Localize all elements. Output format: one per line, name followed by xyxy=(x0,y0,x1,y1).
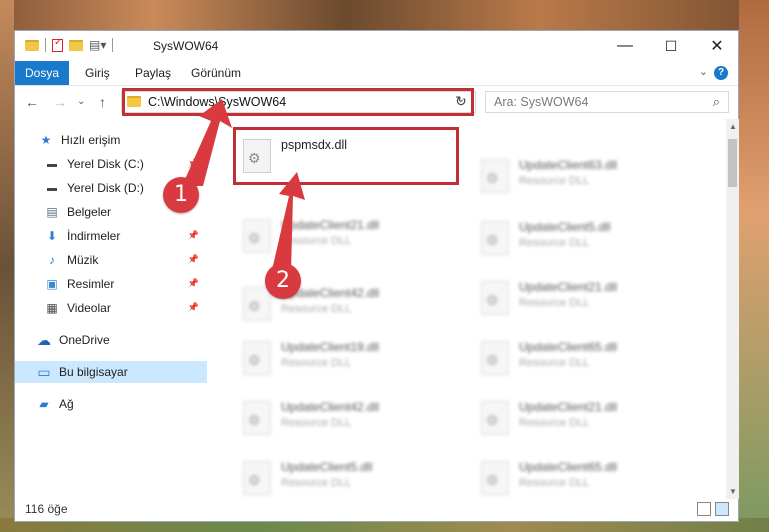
annotation-arrows xyxy=(182,99,305,272)
arrow-2 xyxy=(272,172,305,272)
step-badge-1: 1 xyxy=(163,177,199,213)
step-badge-2: 2 xyxy=(265,263,301,299)
arrow-1 xyxy=(182,99,232,186)
